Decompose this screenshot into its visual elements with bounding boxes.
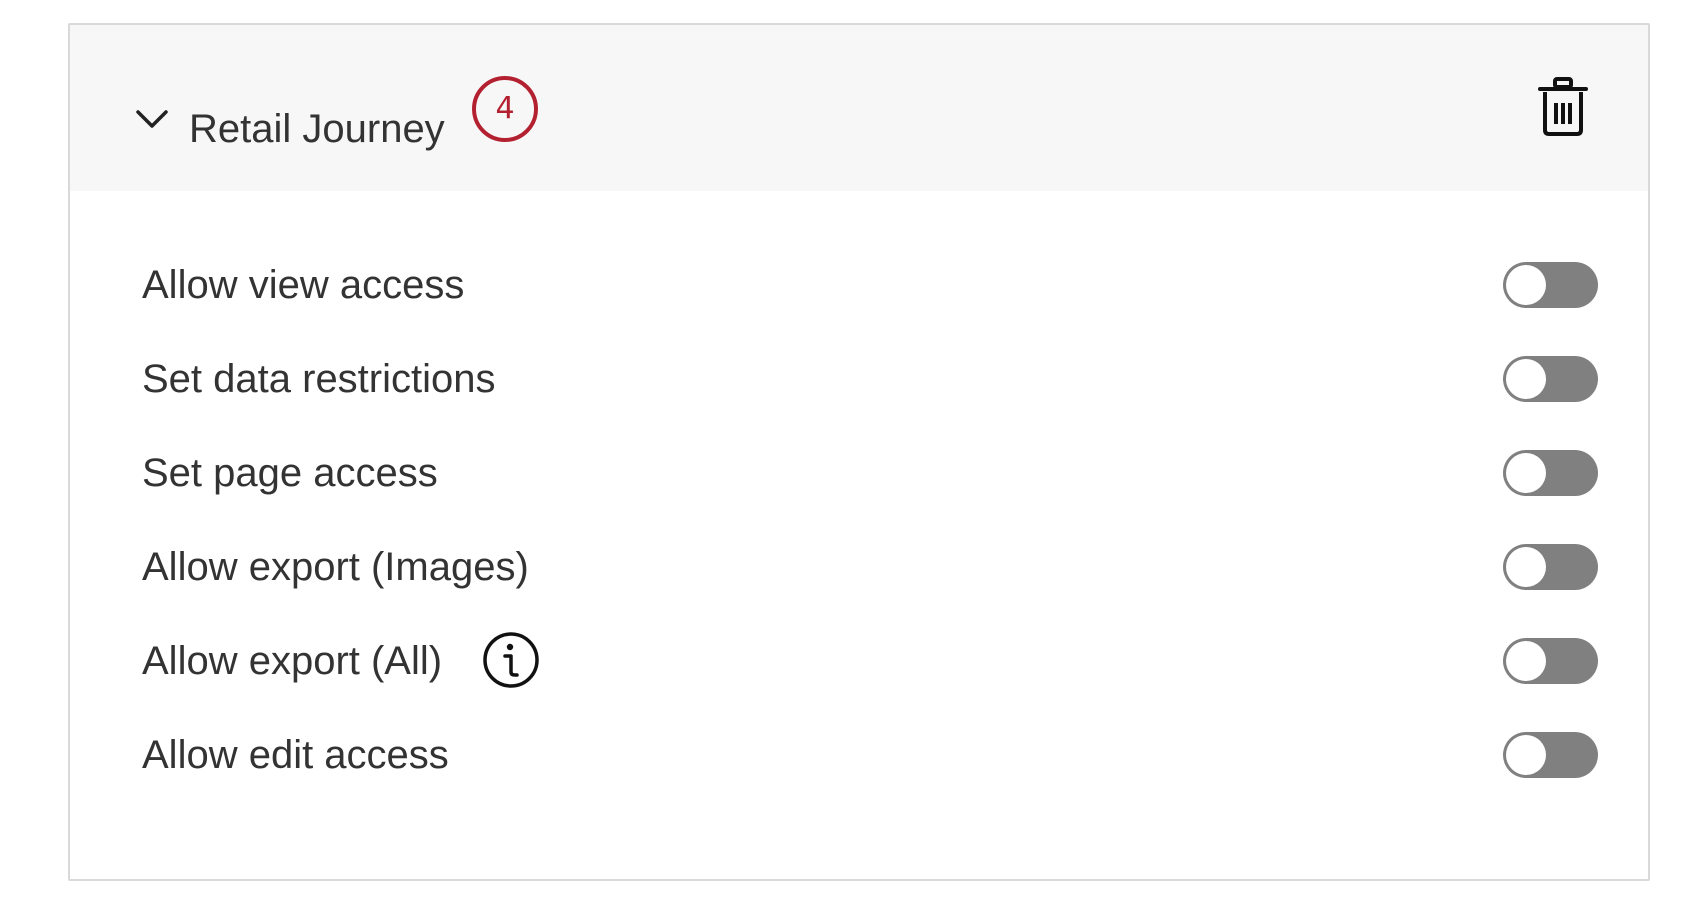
permission-row-page-access: Set page access	[70, 433, 1648, 513]
permission-row-export-all: Allow export (All)	[70, 621, 1648, 701]
toggle-knob	[1506, 735, 1546, 775]
permission-label: Allow export (Images)	[142, 545, 529, 589]
toggle-knob	[1506, 359, 1546, 399]
export-all-toggle[interactable]	[1503, 638, 1598, 684]
data-restrictions-toggle[interactable]	[1503, 356, 1598, 402]
permission-row-data-restrictions: Set data restrictions	[70, 339, 1648, 419]
permission-label: Allow export (All)	[142, 639, 443, 683]
page-access-toggle[interactable]	[1503, 450, 1598, 496]
view-access-toggle[interactable]	[1503, 262, 1598, 308]
toggle-knob	[1506, 641, 1546, 681]
panel-header[interactable]: Retail Journey 4	[70, 25, 1648, 191]
permission-row-view-access: Allow view access	[70, 245, 1648, 325]
permission-row-export-images: Allow export (Images)	[70, 527, 1648, 607]
edit-access-toggle[interactable]	[1503, 732, 1598, 778]
toggle-knob	[1506, 453, 1546, 493]
permission-label: Allow view access	[142, 263, 465, 307]
export-images-toggle[interactable]	[1503, 544, 1598, 590]
permission-row-edit-access: Allow edit access	[70, 715, 1648, 795]
chevron-down-icon[interactable]	[134, 105, 170, 133]
permission-label: Set page access	[142, 451, 438, 495]
panel-title: Retail Journey	[189, 107, 445, 151]
permission-label: Allow edit access	[142, 733, 449, 777]
trash-icon[interactable]	[1537, 77, 1589, 137]
toggle-knob	[1506, 265, 1546, 305]
permission-label: Set data restrictions	[142, 357, 496, 401]
info-icon[interactable]	[482, 631, 540, 689]
toggle-knob	[1506, 547, 1546, 587]
step-number-badge: 4	[472, 76, 538, 142]
dashboard-permission-panel: Retail Journey 4 Allow view access Set d…	[68, 23, 1650, 881]
